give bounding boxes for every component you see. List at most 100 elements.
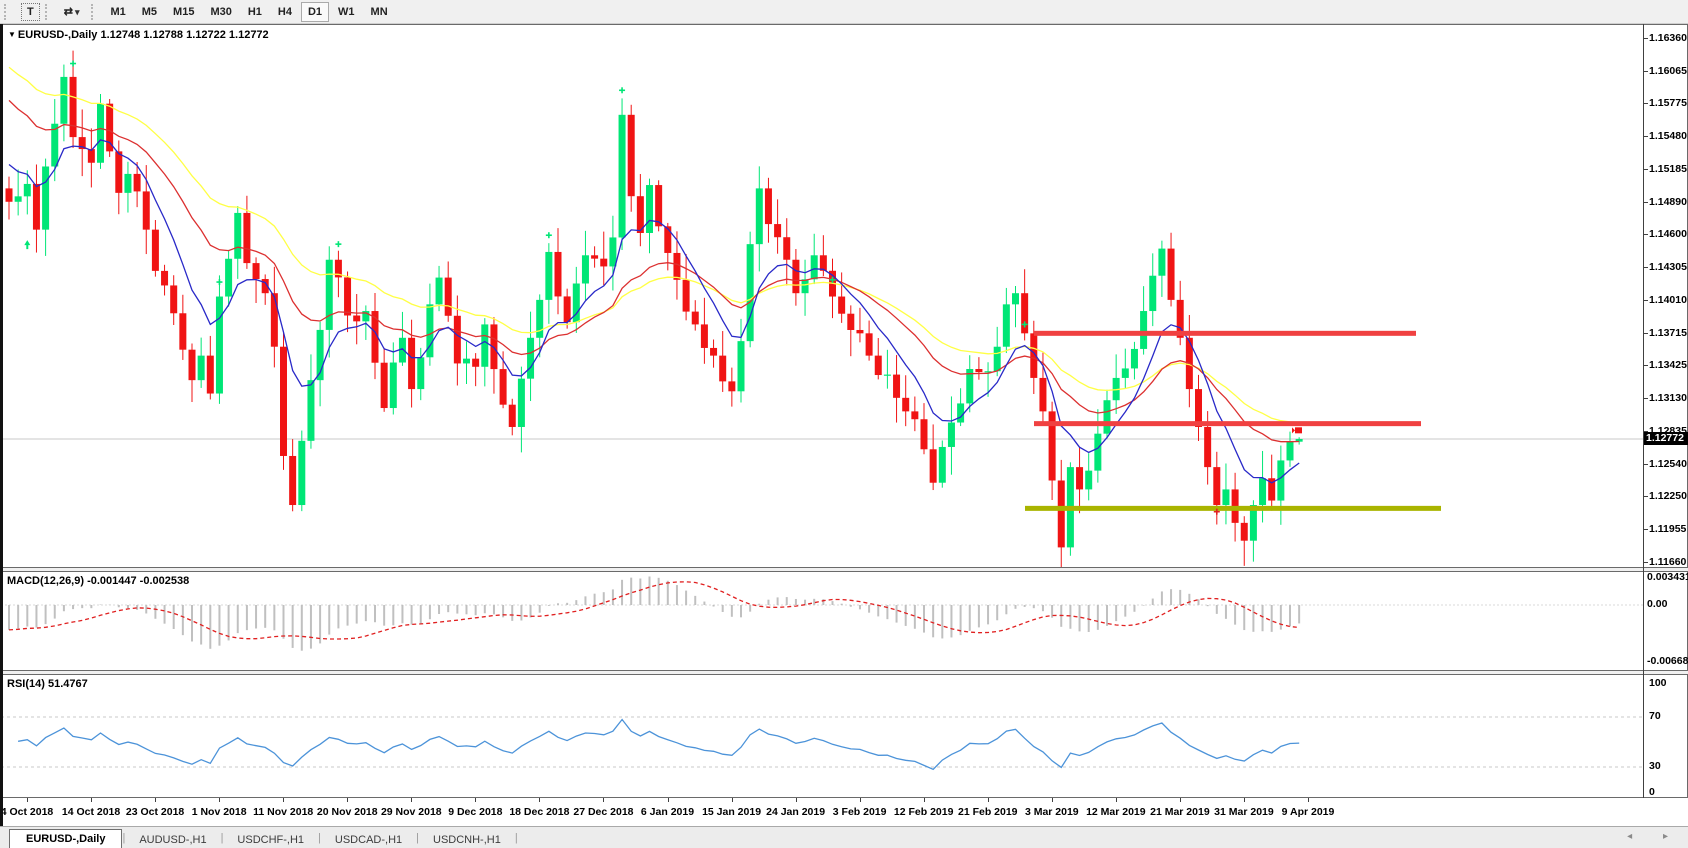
rsi-panel[interactable]: RSI(14) 51.4767 (0, 674, 1688, 798)
date-axis-label: 18 Dec 2018 (509, 806, 569, 818)
date-axis-label: 27 Dec 2018 (573, 806, 633, 818)
timeframe-button-w1[interactable]: W1 (331, 2, 362, 22)
rsi-line (18, 720, 1299, 770)
macd-axis-label: 0.003431 (1647, 571, 1688, 583)
macd-axis-label: -0.006686 (1647, 655, 1688, 667)
chart-shift-icon: ⇄ (64, 6, 73, 18)
price-chart-panel[interactable]: ▼EURUSD-,Daily 1.12748 1.12788 1.12722 1… (0, 24, 1688, 568)
chart-dropdown-icon[interactable]: ▼ (8, 30, 16, 39)
rsi-plot[interactable] (1, 675, 1644, 797)
date-axis-label: 4 Oct 2018 (1, 806, 54, 818)
metatrader-window: T ⇄▾ M1M5M15M30H1H4D1W1MN ▼EURUSD-,Daily… (0, 0, 1688, 848)
tab-audusd-h1[interactable]: AUDUSD-,H1 (125, 831, 220, 848)
chart-title: ▼EURUSD-,Daily 1.12748 1.12788 1.12722 1… (8, 29, 269, 41)
date-axis-label: 15 Jan 2019 (702, 806, 761, 818)
date-axis-label: 14 Oct 2018 (62, 806, 120, 818)
markers-layer (24, 61, 1302, 515)
timeframe-button-m30[interactable]: M30 (203, 2, 238, 22)
date-axis-label: 24 Jan 2019 (766, 806, 825, 818)
date-axis-tick (860, 798, 861, 802)
date-axis-tick (1180, 798, 1181, 802)
date-axis-tick (411, 798, 412, 802)
price-axis-label: 1.11955 (1649, 523, 1688, 535)
date-axis-label: 3 Mar 2019 (1025, 806, 1079, 818)
toolbar-grip[interactable] (4, 4, 11, 20)
date-axis-tick (1308, 798, 1309, 802)
date-axis-label: 29 Nov 2018 (381, 806, 442, 818)
timeframe-button-m15[interactable]: M15 (166, 2, 201, 22)
macd-panel[interactable]: MACD(12,26,9) -0.001447 -0.002538 (0, 571, 1688, 671)
text-tool-button[interactable]: T (21, 3, 40, 21)
price-axis-border (1643, 24, 1644, 798)
resistance-lower-line[interactable] (1034, 421, 1421, 426)
tab-usdchf-h1[interactable]: USDCHF-,H1 (223, 831, 318, 848)
date-axis-tick (988, 798, 989, 802)
price-axis-label: 1.14600 (1649, 228, 1688, 240)
price-axis-label: 1.15480 (1649, 130, 1688, 142)
price-axis-label: 1.14890 (1649, 196, 1688, 208)
tab-usdcad-h1[interactable]: USDCAD-,H1 (321, 831, 416, 848)
date-axis-tick (796, 798, 797, 802)
candles-layer (6, 51, 1303, 567)
macd-axis-label: 0.00 (1647, 598, 1688, 610)
price-axis-label: 1.11660 (1649, 556, 1688, 568)
chart-symbol-period: EURUSD-,Daily (18, 29, 97, 41)
window-left-frame (0, 24, 3, 826)
macd-label: MACD(12,26,9) -0.001447 -0.002538 (7, 575, 189, 587)
tab-usdcnh-h1[interactable]: USDCNH-,H1 (419, 831, 515, 848)
tab-eurusd-daily[interactable]: EURUSD-,Daily (9, 829, 122, 848)
timeframe-button-m1[interactable]: M1 (103, 2, 132, 22)
date-axis-label: 12 Feb 2019 (894, 806, 954, 818)
date-axis-label: 3 Feb 2019 (833, 806, 887, 818)
date-axis-tick (732, 798, 733, 802)
support-olive-line[interactable] (1025, 506, 1441, 511)
tab-scroll-arrows[interactable]: ◂ ▸ (1627, 831, 1682, 842)
macd-signal-line (9, 582, 1299, 639)
date-axis-tick (91, 798, 92, 802)
date-axis-label: 6 Jan 2019 (641, 806, 694, 818)
date-axis-tick (668, 798, 669, 802)
price-axis-label: 1.16360 (1649, 32, 1688, 44)
rsi-label: RSI(14) 51.4767 (7, 678, 88, 690)
date-axis-tick (347, 798, 348, 802)
price-axis-label: 1.13130 (1649, 392, 1688, 404)
date-axis-label: 12 Mar 2019 (1086, 806, 1146, 818)
toolbar: T ⇄▾ M1M5M15M30H1H4D1W1MN (0, 0, 1688, 24)
toolbar-grip[interactable] (91, 4, 98, 20)
date-axis-label: 9 Apr 2019 (1282, 806, 1335, 818)
date-axis-tick (155, 798, 156, 802)
price-axis-label: 1.16065 (1649, 65, 1688, 77)
rsi-axis-label: 0 (1649, 786, 1688, 798)
price-axis-label: 1.13715 (1649, 327, 1688, 339)
timeframe-button-d1[interactable]: D1 (301, 2, 329, 22)
date-axis-tick (283, 798, 284, 802)
current-price-tag: 1.12772 (1644, 432, 1688, 445)
timeframe-button-h1[interactable]: H1 (241, 2, 269, 22)
date-axis-label: 23 Oct 2018 (126, 806, 184, 818)
toolbar-grip[interactable] (45, 4, 52, 20)
timeframe-button-mn[interactable]: MN (364, 2, 395, 22)
date-axis-tick (603, 798, 604, 802)
chart-shift-button[interactable]: ⇄▾ (57, 2, 87, 22)
resistance-upper-line[interactable] (1034, 331, 1416, 336)
price-chart-plot[interactable] (1, 25, 1644, 567)
date-axis-tick (219, 798, 220, 802)
timeframe-button-h4[interactable]: H4 (271, 2, 299, 22)
rsi-axis-label: 30 (1649, 760, 1688, 772)
price-axis-label: 1.14305 (1649, 261, 1688, 273)
timeframe-button-m5[interactable]: M5 (135, 2, 164, 22)
date-axis-label: 1 Nov 2018 (192, 806, 247, 818)
rsi-axis-label: 100 (1649, 677, 1688, 689)
chart-ohlc-values: 1.12748 1.12788 1.12722 1.12772 (100, 29, 268, 41)
date-axis-label: 9 Dec 2018 (448, 806, 502, 818)
tab-separator: | (515, 832, 518, 844)
date-axis-tick (1244, 798, 1245, 802)
price-axis-label: 1.12250 (1649, 490, 1688, 502)
date-axis-label: 21 Feb 2019 (958, 806, 1018, 818)
macd-plot[interactable] (1, 572, 1644, 670)
price-axis-label: 1.14010 (1649, 294, 1688, 306)
date-axis-tick (475, 798, 476, 802)
date-axis-tick (539, 798, 540, 802)
price-axis-label: 1.15185 (1649, 163, 1688, 175)
date-axis[interactable]: 4 Oct 2018 14 Oct 2018 23 Oct 2018 1 Nov 20… (0, 798, 1688, 826)
